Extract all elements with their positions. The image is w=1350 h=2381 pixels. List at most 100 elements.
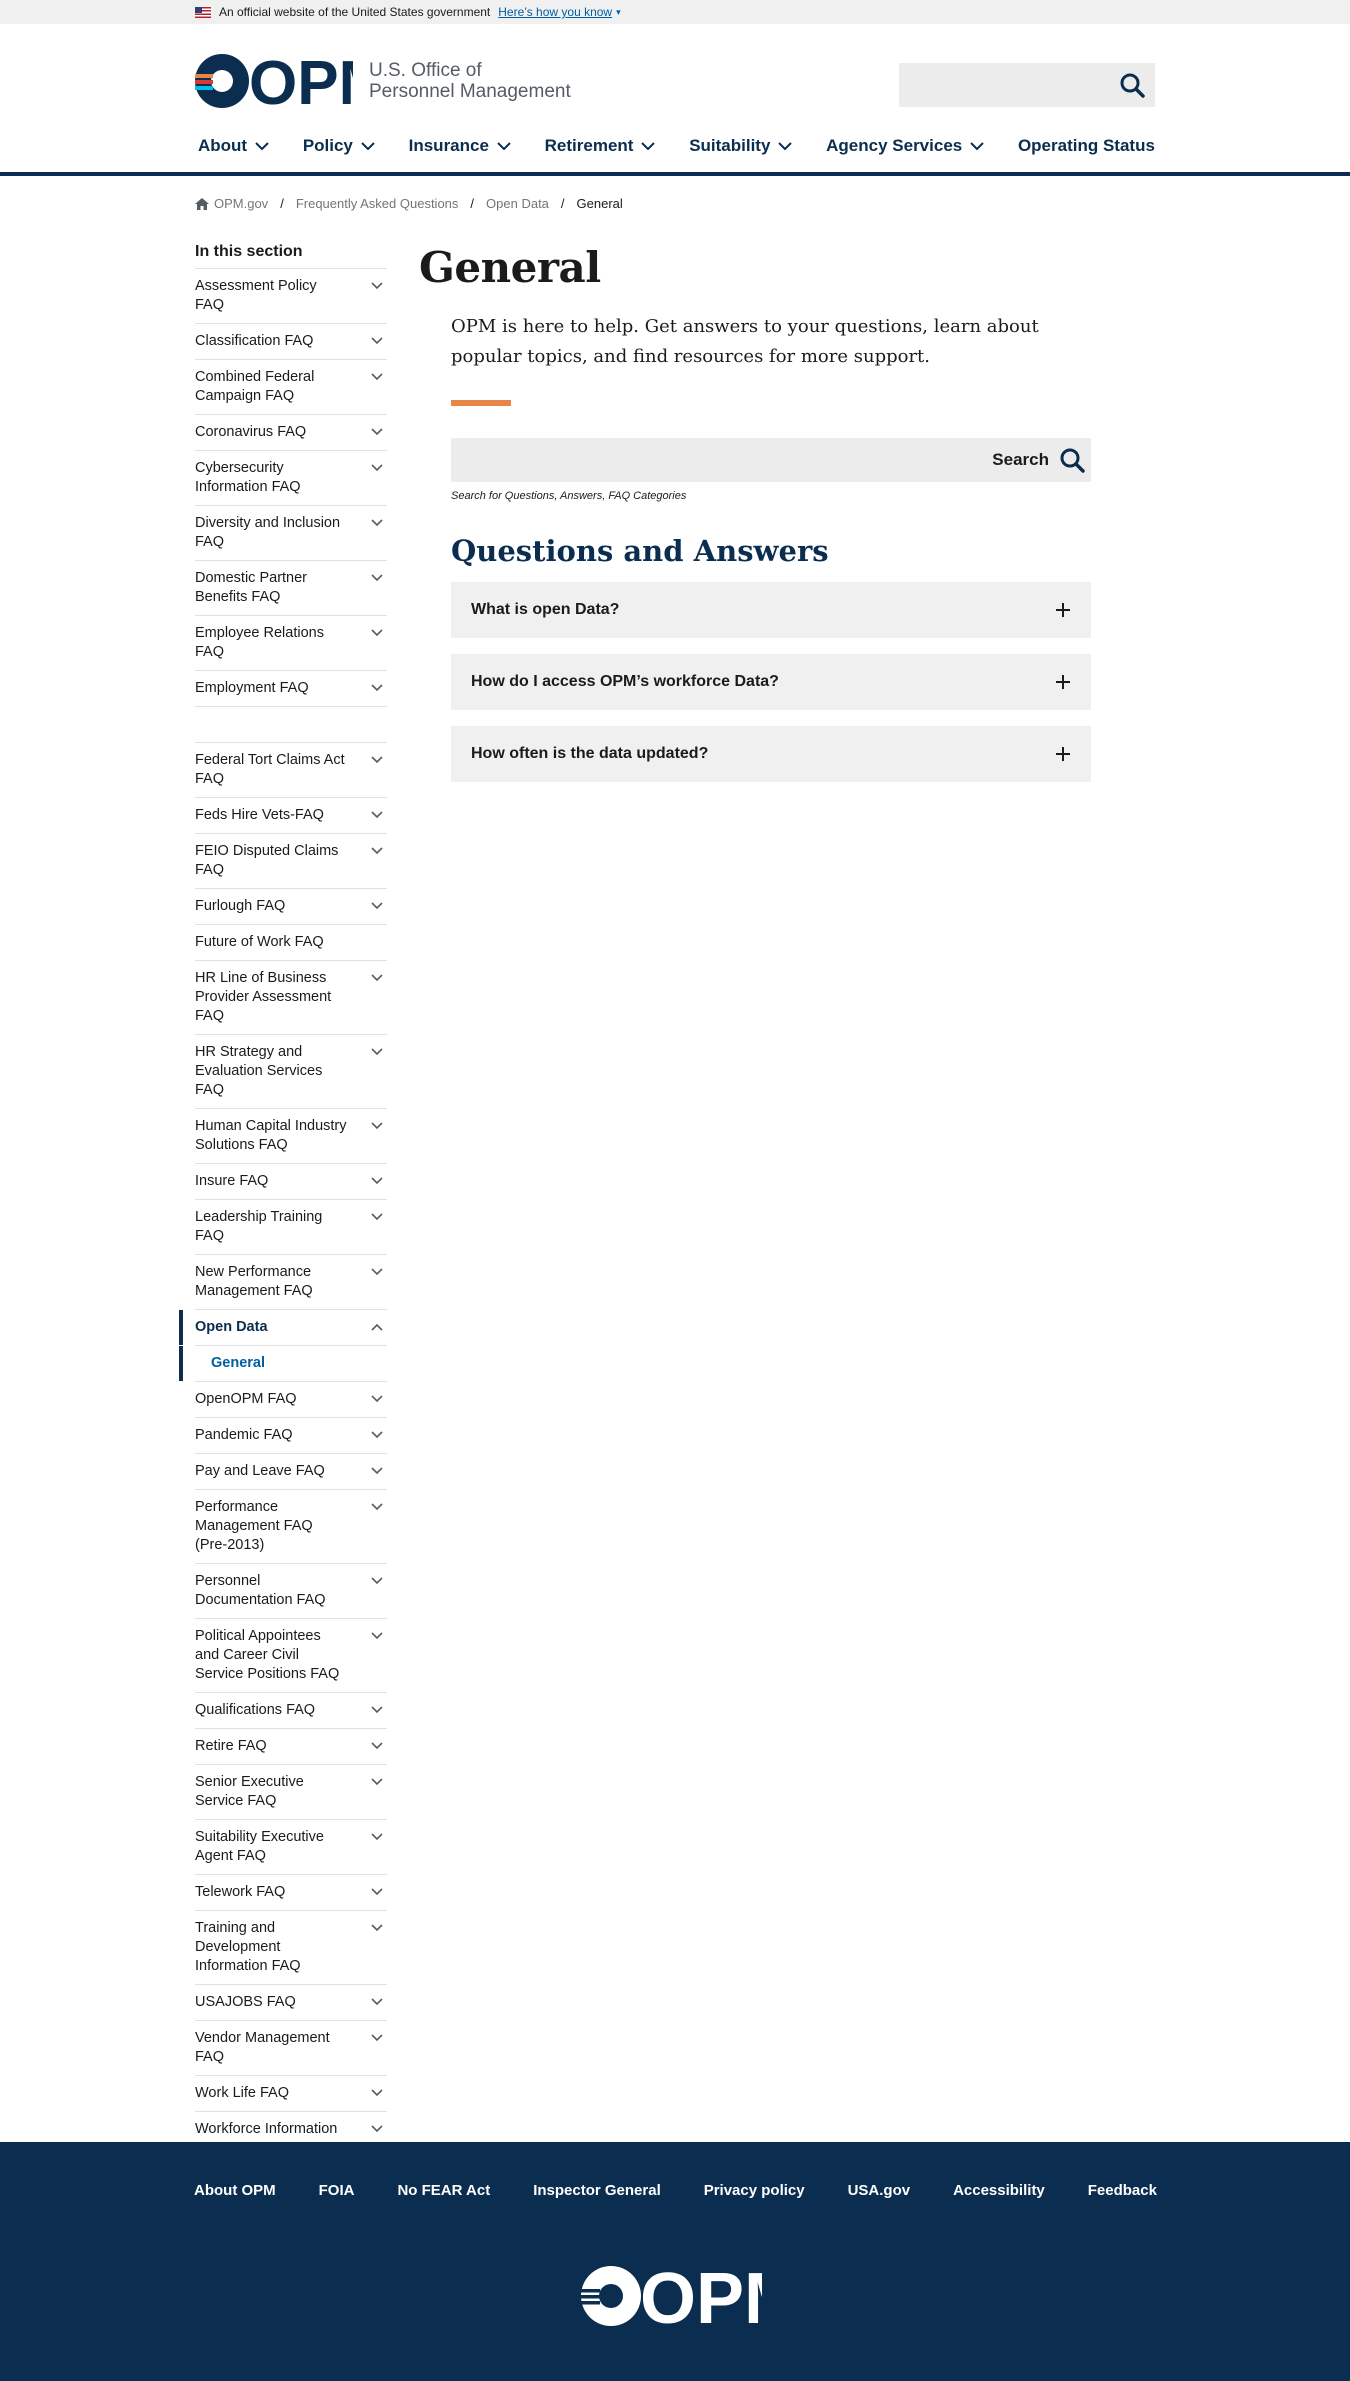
sidebar-item-federal-tort-claims-act-faq[interactable]: Federal Tort Claims Act FAQ: [195, 742, 387, 797]
sidebar-item-diversity-and-inclusion-faq[interactable]: Diversity and Inclusion FAQ: [195, 505, 387, 560]
site-search-input[interactable]: [899, 63, 1155, 107]
chevron-down-icon[interactable]: [371, 1888, 383, 1896]
chevron-down-icon[interactable]: [371, 1577, 383, 1585]
chevron-down-icon[interactable]: [371, 1503, 383, 1511]
sidebar-item-suitability-executive-agent-faq[interactable]: Suitability Executive Agent FAQ: [195, 1819, 387, 1874]
sidebar-item-open-data[interactable]: Open Data: [179, 1309, 387, 1345]
nav-retirement[interactable]: Retirement: [545, 136, 656, 156]
chevron-down-icon[interactable]: [371, 1998, 383, 2006]
nav-about[interactable]: About: [198, 136, 269, 156]
chevron-down-icon[interactable]: [371, 1778, 383, 1786]
sidebar-item-telework-faq[interactable]: Telework FAQ: [195, 1874, 387, 1910]
breadcrumb-home[interactable]: OPM.gov: [214, 196, 268, 211]
sidebar-item-general[interactable]: General: [179, 1345, 387, 1381]
breadcrumb-open-data[interactable]: Open Data: [486, 196, 549, 211]
chevron-down-icon[interactable]: [371, 574, 383, 582]
chevron-down-icon[interactable]: [371, 974, 383, 982]
chevron-down-icon[interactable]: [371, 1395, 383, 1403]
footer-link-privacy[interactable]: Privacy policy: [704, 2182, 805, 2199]
sidebar-item-qualifications-faq[interactable]: Qualifications FAQ: [195, 1692, 387, 1728]
chevron-down-icon[interactable]: [371, 1431, 383, 1439]
accordion-item[interactable]: How do I access OPM’s workforce Data?: [451, 654, 1091, 710]
sidebar-item-senior-executive-service-faq[interactable]: Senior Executive Service FAQ: [195, 1764, 387, 1819]
sidebar-item-employee-relations-faq[interactable]: Employee Relations FAQ: [195, 615, 387, 670]
footer-link-foia[interactable]: FOIA: [319, 2182, 355, 2199]
sidebar-item-retire-faq[interactable]: Retire FAQ: [195, 1728, 387, 1764]
sidebar-item-hr-strategy-and-evaluation-services-faq[interactable]: HR Strategy and Evaluation Services FAQ: [195, 1034, 387, 1108]
chevron-down-icon[interactable]: [371, 629, 383, 637]
sidebar-item-employment-faq[interactable]: Employment FAQ: [195, 670, 387, 706]
chevron-down-icon[interactable]: [371, 1268, 383, 1276]
chevron-down-icon[interactable]: [371, 1706, 383, 1714]
chevron-down-icon[interactable]: [371, 2034, 383, 2042]
sidebar-item-human-capital-industry-solutions-faq[interactable]: Human Capital Industry Solutions FAQ: [195, 1108, 387, 1163]
sidebar-item-classification-faq[interactable]: Classification FAQ: [195, 323, 387, 359]
chevron-down-icon[interactable]: [371, 756, 383, 764]
footer-link-usa-gov[interactable]: USA.gov: [848, 2182, 911, 2199]
sidebar-item-future-of-work-faq[interactable]: Future of Work FAQ: [195, 924, 387, 960]
chevron-down-icon[interactable]: [371, 2125, 383, 2133]
sidebar-item-furlough-faq[interactable]: Furlough FAQ: [195, 888, 387, 924]
nav-policy[interactable]: Policy: [303, 136, 375, 156]
sidebar-item-feio-disputed-claims-faq[interactable]: FEIO Disputed Claims FAQ: [195, 833, 387, 888]
sidebar-item-assessment-policy-faq[interactable]: Assessment Policy FAQ: [195, 268, 387, 323]
sidebar-item-pay-and-leave-faq[interactable]: Pay and Leave FAQ: [195, 1453, 387, 1489]
sidebar-item-coronavirus-faq[interactable]: Coronavirus FAQ: [195, 414, 387, 450]
chevron-down-icon[interactable]: [371, 902, 383, 910]
chevron-down-icon[interactable]: [371, 1924, 383, 1932]
chevron-down-icon[interactable]: [371, 464, 383, 472]
nav-insurance[interactable]: Insurance: [409, 136, 511, 156]
chevron-down-icon[interactable]: [371, 282, 383, 290]
sidebar-item-openopm-faq[interactable]: OpenOPM FAQ: [195, 1381, 387, 1417]
sidebar-item-vendor-management-faq[interactable]: Vendor Management FAQ: [195, 2020, 387, 2075]
opm-logo[interactable]: OPM U.S. Office of Personnel Management: [195, 54, 571, 108]
sidebar-item-leadership-training-faq[interactable]: Leadership Training FAQ: [195, 1199, 387, 1254]
sidebar-item-usajobs-faq[interactable]: USAJOBS FAQ: [195, 1984, 387, 2020]
chevron-down-icon[interactable]: [371, 1833, 383, 1841]
sidebar-item-new-performance-management-faq[interactable]: New Performance Management FAQ: [195, 1254, 387, 1309]
nav-agency-services[interactable]: Agency Services: [826, 136, 984, 156]
accordion-item[interactable]: How often is the data updated?: [451, 726, 1091, 782]
chevron-down-icon[interactable]: [371, 373, 383, 381]
chevron-down-icon[interactable]: [371, 519, 383, 527]
sidebar-item-combined-federal-campaign-faq[interactable]: Combined Federal Campaign FAQ: [195, 359, 387, 414]
heres-how-you-know-link[interactable]: Here’s how you know: [498, 5, 612, 19]
nav-operating-status[interactable]: Operating Status: [1018, 136, 1155, 156]
chevron-down-icon[interactable]: [371, 1632, 383, 1640]
nav-suitability[interactable]: Suitability: [689, 136, 793, 156]
chevron-down-icon[interactable]: [371, 337, 383, 345]
sidebar-item-cybersecurity-information-faq[interactable]: Cybersecurity Information FAQ: [195, 450, 387, 505]
faq-search-button[interactable]: Search: [992, 447, 1085, 473]
chevron-down-icon[interactable]: [371, 847, 383, 855]
sidebar-item-work-life-faq[interactable]: Work Life FAQ: [195, 2075, 387, 2111]
sidebar-item-political-appointees-and-career-civil-service-positions-faq[interactable]: Political Appointees and Career Civil Se…: [195, 1618, 387, 1692]
faq-search-input[interactable]: Search: [451, 438, 1091, 482]
footer-link-no-fear[interactable]: No FEAR Act: [397, 2182, 490, 2199]
chevron-down-icon[interactable]: ▾: [616, 7, 621, 18]
chevron-down-icon[interactable]: [371, 1213, 383, 1221]
chevron-down-icon[interactable]: [371, 811, 383, 819]
breadcrumb-faq[interactable]: Frequently Asked Questions: [296, 196, 459, 211]
chevron-down-icon[interactable]: [371, 1467, 383, 1475]
sidebar-item-training-and-development-information-faq[interactable]: Training and Development Information FAQ: [195, 1910, 387, 1984]
chevron-down-icon[interactable]: [371, 1048, 383, 1056]
sidebar-item-domestic-partner-benefits-faq[interactable]: Domestic Partner Benefits FAQ: [195, 560, 387, 615]
chevron-down-icon[interactable]: [371, 2089, 383, 2097]
chevron-down-icon[interactable]: [371, 684, 383, 692]
sidebar-item-hr-line-of-business-provider-assessment-faq[interactable]: HR Line of Business Provider Assessment …: [195, 960, 387, 1034]
footer-link-accessibility[interactable]: Accessibility: [953, 2182, 1045, 2199]
footer-link-inspector-general[interactable]: Inspector General: [533, 2182, 661, 2199]
sidebar-item-feds-hire-vets-faq[interactable]: Feds Hire Vets-FAQ: [195, 797, 387, 833]
chevron-down-icon[interactable]: [371, 1742, 383, 1750]
sidebar-item-pandemic-faq[interactable]: Pandemic FAQ: [195, 1417, 387, 1453]
footer-link-feedback[interactable]: Feedback: [1088, 2182, 1157, 2199]
home-icon[interactable]: [195, 197, 209, 210]
chevron-up-icon[interactable]: [371, 1323, 383, 1331]
sidebar-item-insure-faq[interactable]: Insure FAQ: [195, 1163, 387, 1199]
accordion-item[interactable]: What is open Data?: [451, 582, 1091, 638]
footer-opm-logo[interactable]: OPM: [580, 2265, 762, 2327]
chevron-down-icon[interactable]: [371, 1177, 383, 1185]
chevron-down-icon[interactable]: [371, 1122, 383, 1130]
chevron-down-icon[interactable]: [371, 428, 383, 436]
search-icon[interactable]: [1119, 72, 1145, 98]
